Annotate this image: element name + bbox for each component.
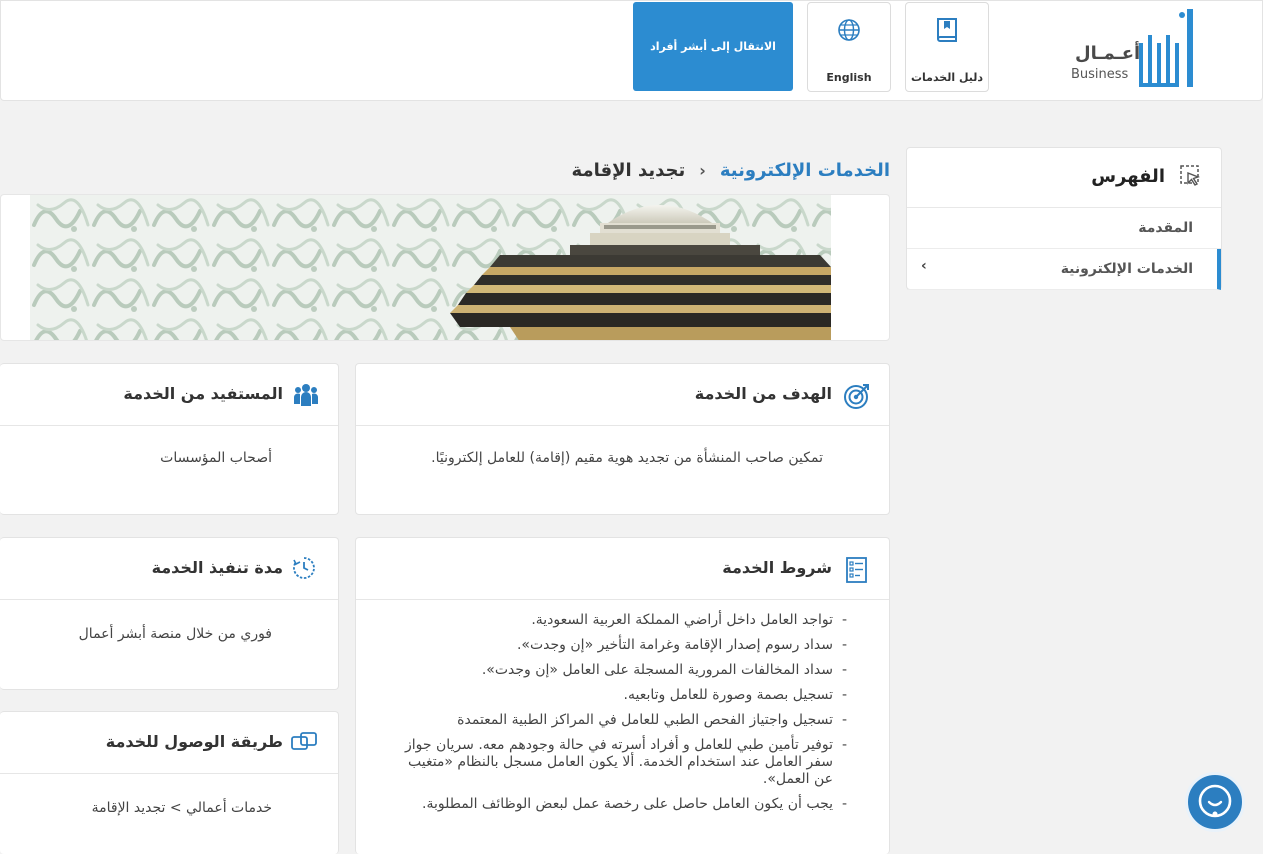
- service-duration-text: فوري من خلال منصة أبشر أعمال: [78, 626, 272, 642]
- breadcrumb-link-eservices[interactable]: الخدمات الإلكترونية: [720, 160, 890, 181]
- sidebar-item-eservices[interactable]: ‹ الخدمات الإلكترونية: [907, 249, 1221, 290]
- link-icon: [291, 732, 317, 750]
- service-conditions-list: تواجد العامل داخل أراضي المملكة العربية …: [387, 612, 847, 821]
- list-item: سداد المخالفات المرورية المسجلة على العا…: [387, 662, 847, 679]
- service-conditions-card: شروط الخدمة تواجد العامل داخل أراضي المم…: [355, 537, 890, 854]
- sidebar-item-introduction[interactable]: المقدمة: [907, 208, 1221, 249]
- index-sidebar-header: الفهرس: [907, 148, 1221, 208]
- list-item: توفير تأمين طبي للعامل و أفراد أسرته في …: [387, 737, 847, 788]
- users-icon: [294, 384, 318, 406]
- sidebar-item-label: المقدمة: [1138, 220, 1193, 236]
- service-access-header: طريقة الوصول للخدمة: [0, 712, 338, 774]
- breadcrumb: الخدمات الإلكترونية › تجديد الإقامة: [572, 156, 890, 184]
- page-title: تجديد الإقامة: [571, 159, 686, 181]
- ministry-building-banner-image: [30, 195, 831, 340]
- logo-english-text: Business: [1071, 67, 1129, 82]
- sidebar-item-label: الخدمات الإلكترونية: [1060, 261, 1193, 277]
- list-item: سداد رسوم إصدار الإقامة وغرامة التأخير «…: [387, 637, 847, 654]
- logo-arabic-text: أعـمـال: [1075, 43, 1141, 64]
- chat-support-icon: [1198, 784, 1232, 818]
- list-item: تسجيل بصمة وصورة للعامل وتابعيه.: [387, 687, 847, 704]
- checklist-icon: [846, 557, 867, 583]
- book-icon: [937, 18, 957, 42]
- service-beneficiary-header: المستفيد من الخدمة: [0, 364, 338, 426]
- breadcrumb-separator-icon: ›: [699, 160, 706, 180]
- service-access-title: طريقة الوصول للخدمة: [105, 732, 283, 751]
- target-icon: [844, 384, 869, 409]
- service-banner: [0, 194, 890, 341]
- chat-support-button[interactable]: [1185, 772, 1245, 832]
- service-goal-header: الهدف من الخدمة: [356, 364, 889, 426]
- service-access-text: خدمات أعمالي > تجديد الإقامة: [91, 800, 272, 816]
- globe-icon: [838, 19, 860, 41]
- language-label: English: [826, 71, 872, 84]
- service-goal-card: الهدف من الخدمة تمكين صاحب المنشأة من تج…: [355, 363, 890, 515]
- service-beneficiary-card: المستفيد من الخدمة أصحاب المؤسسات: [0, 363, 339, 515]
- service-conditions-header: شروط الخدمة: [356, 538, 889, 600]
- absher-logo-mark-icon: [1139, 9, 1193, 87]
- list-item: تسجيل واجتياز الفحص الطبي للعامل في المر…: [387, 712, 847, 729]
- index-sidebar: الفهرس المقدمة ‹ الخدمات الإلكترونية: [906, 147, 1222, 290]
- service-goal-text: تمكين صاحب المنشأة من تجديد هوية مقيم (إ…: [431, 450, 823, 466]
- list-item: يجب أن يكون العامل حاصل على رخصة عمل لبع…: [387, 796, 847, 813]
- services-guide-label: دليل الخدمات: [910, 71, 984, 84]
- go-to-absher-individuals-button[interactable]: الانتقال إلى أبشر أفراد: [633, 2, 793, 91]
- absher-business-logo[interactable]: أعـمـال Business: [1069, 5, 1201, 91]
- language-switch-button[interactable]: English: [807, 2, 891, 92]
- cursor-select-icon: [1180, 165, 1201, 186]
- service-duration-header: مدة تنفيذ الخدمة: [0, 538, 338, 600]
- clock-icon: [293, 557, 315, 579]
- service-duration-card: مدة تنفيذ الخدمة فوري من خلال منصة أبشر …: [0, 537, 339, 690]
- services-guide-button[interactable]: دليل الخدمات: [905, 2, 989, 92]
- service-beneficiary-title: المستفيد من الخدمة: [123, 384, 283, 403]
- service-duration-title: مدة تنفيذ الخدمة: [151, 558, 283, 577]
- service-goal-title: الهدف من الخدمة: [694, 384, 832, 403]
- list-item: تواجد العامل داخل أراضي المملكة العربية …: [387, 612, 847, 629]
- service-beneficiary-text: أصحاب المؤسسات: [160, 450, 272, 466]
- service-conditions-title: شروط الخدمة: [722, 558, 832, 577]
- index-title: الفهرس: [1091, 166, 1165, 187]
- service-access-card: طريقة الوصول للخدمة خدمات أعمالي > تجديد…: [0, 711, 339, 854]
- top-header: أعـمـال Business دليل الخدمات English ال…: [0, 0, 1263, 101]
- chevron-left-icon: ‹: [921, 258, 927, 274]
